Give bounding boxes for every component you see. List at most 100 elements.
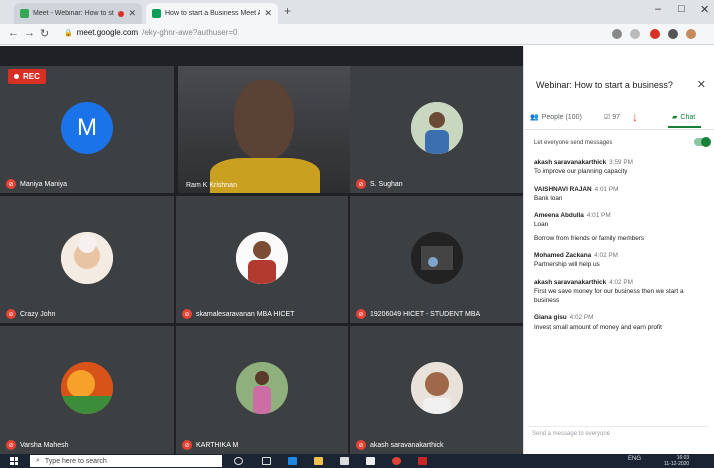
- file-explorer-icon[interactable]: [314, 457, 323, 465]
- lock-icon: 🔒: [64, 29, 73, 37]
- face: [234, 80, 294, 160]
- recording-label: REC: [23, 72, 40, 81]
- tab-label: How to start a Business Meet Att: [165, 10, 261, 17]
- store-icon[interactable]: [340, 457, 349, 465]
- avatar: M: [61, 102, 113, 154]
- participant-tile[interactable]: ⊘ KARTHIKA M: [176, 326, 348, 454]
- message-text: First we save money for our business the…: [534, 287, 684, 305]
- avatar: [236, 232, 288, 284]
- mic-off-icon: ⊘: [356, 309, 366, 319]
- windows-start-icon[interactable]: [10, 457, 18, 465]
- maximize-button[interactable]: □: [678, 3, 685, 15]
- participant-tile[interactable]: ⊘ S. Sughan: [350, 66, 523, 193]
- chat-input[interactable]: Send a message to everyone: [528, 426, 708, 442]
- sheets-favicon-icon: [152, 9, 161, 18]
- participant-name: Maniya Maniya: [20, 180, 68, 188]
- attendance-badge[interactable]: ☑ 97: [604, 113, 621, 122]
- message-text: Invest small amount of money and earn pr…: [534, 323, 662, 331]
- participant-name: KARTHIKA M: [196, 441, 239, 449]
- clock-date: 11-12-2020: [664, 461, 690, 467]
- chrome-icon[interactable]: [392, 457, 401, 465]
- tab-chat[interactable]: ▰ Chat: [667, 113, 702, 128]
- tab-attendance-sheet[interactable]: How to start a Business Meet Att ✕: [146, 3, 278, 24]
- profile-avatar[interactable]: [686, 29, 696, 39]
- close-window-button[interactable]: ✕: [700, 3, 709, 16]
- avatar: [410, 362, 463, 414]
- extension-icon[interactable]: [650, 29, 660, 39]
- mic-off-icon: ⊘: [6, 179, 16, 189]
- chat-message: akash saravanakarthick 4:02 PM First we s…: [534, 278, 710, 306]
- participant-video[interactable]: Ram K Krishnan: [178, 66, 350, 193]
- camera-icon[interactable]: [612, 29, 622, 39]
- participant-name: skamalesaravanan MBA HICET: [196, 310, 295, 318]
- url-host: meet.google.com: [76, 28, 139, 37]
- message-text: Loan: [534, 221, 549, 229]
- participant-name: 19206049 HICET - STUDENT MBA: [370, 310, 481, 318]
- mic-off-icon: ⊘: [6, 309, 16, 319]
- down-arrow-icon: ↓: [632, 110, 638, 124]
- message-time: 4:02 PM: [569, 314, 594, 322]
- participant-tile[interactable]: ⊘ Varsha Mahesh: [0, 326, 174, 454]
- mic-off-icon: ⊘: [182, 309, 192, 319]
- tab-chat-label: Chat: [680, 113, 696, 121]
- record-dot-icon: [14, 74, 19, 79]
- new-tab-button[interactable]: +: [284, 4, 291, 18]
- mail-icon[interactable]: [366, 457, 375, 465]
- close-tab-icon[interactable]: ✕: [128, 8, 136, 19]
- avatar: [236, 362, 288, 414]
- participant-tile[interactable]: ⊘ Crazy John: [0, 196, 174, 323]
- extensions-puzzle-icon[interactable]: [668, 29, 678, 39]
- message-sender: Giana gisu: [534, 314, 567, 322]
- participant-tile[interactable]: M ⊘ Maniya Maniya: [0, 66, 174, 193]
- participant-tile[interactable]: ⊘ skamalesaravanan MBA HICET: [176, 196, 348, 323]
- tab-people[interactable]: 👥 People (100): [530, 113, 582, 122]
- participant-tile[interactable]: ⊘ akash saravanakarthick: [350, 326, 523, 454]
- participant-name: Varsha Mahesh: [20, 441, 69, 449]
- badge-count: 97: [612, 113, 621, 121]
- send-messages-setting: Let everyone send messages: [534, 137, 711, 147]
- star-icon[interactable]: [630, 29, 640, 39]
- task-view-icon[interactable]: [262, 457, 271, 465]
- back-arrow-icon[interactable]: ←: [8, 27, 19, 39]
- tab-meet[interactable]: Meet - Webinar: How to sta ✕: [14, 3, 142, 24]
- message-time: 4:01 PM: [586, 212, 611, 220]
- system-clock[interactable]: 16:03 11-12-2020: [664, 455, 689, 467]
- reload-icon[interactable]: ↻: [40, 27, 49, 40]
- recording-badge: REC: [8, 69, 46, 84]
- chat-message: akash saravanakarthick 3:59 PM To improve…: [534, 158, 710, 177]
- address-bar: ← → ↻ 🔒 meet.google.com/eky-ghnr-awe?aut…: [0, 24, 714, 45]
- message-text: Borrow from friends or family members: [534, 234, 645, 242]
- close-tab-icon[interactable]: ✕: [264, 8, 272, 19]
- pdf-reader-icon[interactable]: [418, 457, 427, 465]
- meeting-title: Webinar: How to start a business?: [536, 80, 673, 90]
- language-indicator[interactable]: ENG: [628, 456, 641, 462]
- url-field[interactable]: 🔒 meet.google.com/eky-ghnr-awe?authuser=…: [64, 28, 237, 37]
- meet-favicon-icon: [20, 9, 29, 18]
- message-sender: akash saravanakarthick: [534, 278, 607, 286]
- recording-indicator-icon: [118, 10, 125, 17]
- mic-off-icon: ⊘: [182, 440, 192, 450]
- avatar: [410, 232, 463, 284]
- toggle-label: Let everyone send messages: [534, 140, 613, 146]
- message-time: 3:59 PM: [609, 159, 633, 166]
- chat-message: Mohamed Zackana 4:02 PM Partnership will …: [534, 251, 710, 270]
- avatar: [410, 102, 463, 154]
- close-panel-button[interactable]: ✕: [697, 78, 706, 91]
- chat-panel: Webinar: How to start a business? ✕ 👥 Pe…: [523, 46, 714, 454]
- send-messages-toggle[interactable]: [694, 137, 711, 147]
- taskbar-search[interactable]: ⌕ Type here to search: [30, 455, 222, 467]
- chat-messages: akash saravanakarthick 3:59 PM To improve…: [534, 158, 710, 340]
- cortana-icon[interactable]: [234, 457, 243, 465]
- forward-arrow-icon[interactable]: →: [24, 27, 35, 39]
- minimize-button[interactable]: –: [655, 3, 661, 15]
- participant-tile[interactable]: ⊘ 19206049 HICET - STUDENT MBA: [350, 196, 523, 323]
- browser-tabbar: Meet - Webinar: How to sta ✕ How to star…: [0, 0, 714, 24]
- message-time: 4:02 PM: [594, 251, 618, 259]
- avatar: [61, 232, 113, 284]
- message-time: 4:01 PM: [594, 185, 619, 193]
- edge-icon[interactable]: [288, 457, 297, 465]
- message-sender: Ameena Abdulla: [534, 212, 584, 220]
- mic-off-icon: ⊘: [356, 179, 366, 189]
- panel-tabs: 👥 People (100) ☑ 97 ↓ ▰ Chat: [524, 108, 714, 130]
- chat-message: Ameena Abdulla 4:01 PM Loan Borrow from f…: [534, 211, 710, 243]
